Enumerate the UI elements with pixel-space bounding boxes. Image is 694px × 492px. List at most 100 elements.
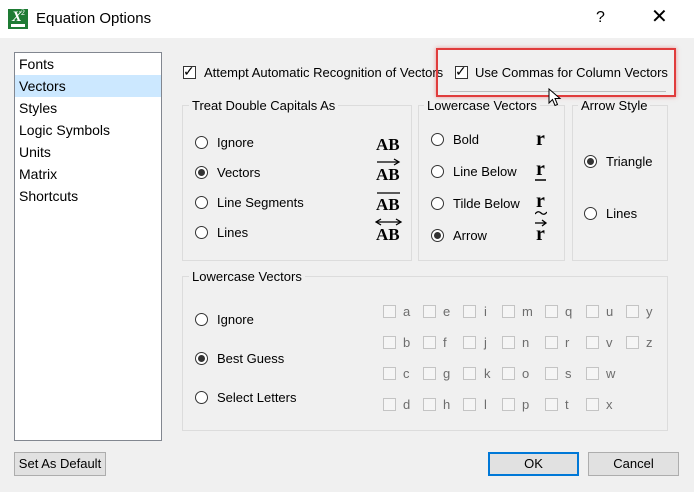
letter-checkbox-i[interactable] [463, 305, 476, 318]
radio-best-guess[interactable] [195, 352, 208, 365]
lowercase-mode-title: Lowercase Vectors [189, 269, 305, 284]
letter-label-q: q [565, 304, 573, 319]
letter-label-z: z [646, 335, 653, 350]
radio-mode-ignore[interactable] [195, 313, 208, 326]
letter-label-r: r [565, 335, 570, 350]
label-tilde-below: Tilde Below [453, 196, 520, 211]
title-bar: X 2 Equation Options ? ✕ [0, 0, 694, 38]
label-arrow: Arrow [453, 228, 487, 243]
sidebar-item-units[interactable]: Units [15, 141, 161, 163]
letter-label-j: j [484, 335, 487, 350]
arrow-style-group [572, 105, 668, 261]
sidebar-item-logic-symbols[interactable]: Logic Symbols [15, 119, 161, 141]
letter-checkbox-c[interactable] [383, 367, 396, 380]
radio-line-below[interactable] [431, 165, 444, 178]
letter-label-w: w [606, 366, 616, 381]
radio-select-letters[interactable] [195, 391, 208, 404]
sidebar-item-vectors[interactable]: Vectors [15, 75, 161, 97]
letter-label-h: h [443, 397, 451, 412]
letter-label-b: b [403, 335, 411, 350]
lowercase-style-title: Lowercase Vectors [424, 98, 540, 113]
letter-label-n: n [522, 335, 530, 350]
math-ab-segment: AB [376, 195, 400, 214]
radio-bold[interactable] [431, 133, 444, 146]
letter-checkbox-j[interactable] [463, 336, 476, 349]
radio-line-segments[interactable] [195, 196, 208, 209]
label-lines: Lines [217, 225, 249, 240]
radio-lines[interactable] [195, 226, 208, 239]
radio-ignore[interactable] [195, 136, 208, 149]
label-select-letters: Select Letters [217, 390, 297, 405]
letter-checkbox-z[interactable] [626, 336, 639, 349]
tilde-icon [535, 211, 547, 215]
letter-checkbox-f[interactable] [423, 336, 436, 349]
category-list[interactable]: Fonts Vectors Styles Logic Symbols Units… [14, 52, 162, 441]
letter-checkbox-h[interactable] [423, 398, 436, 411]
letter-label-v: v [606, 335, 613, 350]
letter-label-t: t [565, 397, 569, 412]
letter-checkbox-k[interactable] [463, 367, 476, 380]
overline-icon [377, 192, 400, 194]
letter-checkbox-p[interactable] [502, 398, 515, 411]
letter-checkbox-e[interactable] [423, 305, 436, 318]
auto-recognition-checkbox[interactable]: ✓ [183, 63, 196, 79]
letter-checkbox-l[interactable] [463, 398, 476, 411]
help-button[interactable]: ? [596, 9, 605, 27]
letter-label-a: a [403, 304, 411, 319]
letter-label-i: i [484, 304, 487, 319]
letter-label-f: f [443, 335, 447, 350]
letter-label-x: x [606, 397, 613, 412]
letter-checkbox-y[interactable] [626, 305, 639, 318]
radio-vectors[interactable] [195, 166, 208, 179]
sidebar-item-matrix[interactable]: Matrix [15, 163, 161, 185]
ok-button[interactable]: OK [488, 452, 579, 476]
math-ab-line: AB [376, 225, 400, 244]
letter-checkbox-w[interactable] [586, 367, 599, 380]
letter-checkbox-r[interactable] [545, 336, 558, 349]
letter-label-o: o [522, 366, 530, 381]
letter-label-e: e [443, 304, 451, 319]
radio-arrow-lines[interactable] [584, 207, 597, 220]
letter-checkbox-b[interactable] [383, 336, 396, 349]
letter-checkbox-v[interactable] [586, 336, 599, 349]
letter-checkbox-u[interactable] [586, 305, 599, 318]
letter-checkbox-g[interactable] [423, 367, 436, 380]
label-mode-ignore: Ignore [217, 312, 254, 327]
letter-label-g: g [443, 366, 451, 381]
letter-checkbox-d[interactable] [383, 398, 396, 411]
arrow-over-icon [377, 158, 401, 166]
letter-checkbox-n[interactable] [502, 336, 515, 349]
radio-arrow[interactable] [431, 229, 444, 242]
radio-tilde-below[interactable] [431, 197, 444, 210]
arrow-over-icon [535, 219, 548, 227]
set-as-default-button[interactable]: Set As Default [14, 452, 106, 476]
label-best-guess: Best Guess [217, 351, 285, 366]
arrow-style-title: Arrow Style [578, 98, 651, 113]
check-icon: ✓ [183, 63, 195, 79]
math-ab-vector: AB [376, 165, 400, 184]
cancel-button[interactable]: Cancel [588, 452, 679, 476]
letter-checkbox-s[interactable] [545, 367, 558, 380]
sidebar-item-fonts[interactable]: Fonts [15, 53, 161, 75]
close-button[interactable]: ✕ [651, 7, 668, 27]
sidebar-item-shortcuts[interactable]: Shortcuts [15, 185, 161, 207]
math-ab-plain: AB [376, 135, 400, 154]
letter-checkbox-m[interactable] [502, 305, 515, 318]
letter-label-y: y [646, 304, 653, 319]
letter-label-d: d [403, 397, 411, 412]
label-arrow-lines: Lines [606, 206, 638, 221]
letter-checkbox-t[interactable] [545, 398, 558, 411]
app-icon-sup: 2 [21, 8, 25, 17]
double-capitals-title: Treat Double Capitals As [189, 98, 339, 113]
letter-checkbox-o[interactable] [502, 367, 515, 380]
label-triangle: Triangle [606, 154, 653, 169]
double-arrow-icon [375, 218, 403, 226]
radio-triangle[interactable] [584, 155, 597, 168]
underline-icon [535, 179, 546, 181]
auto-recognition-label: Attempt Automatic Recognition of Vectors [204, 65, 444, 80]
letter-checkbox-a[interactable] [383, 305, 396, 318]
letter-label-m: m [522, 304, 533, 319]
sidebar-item-styles[interactable]: Styles [15, 97, 161, 119]
letter-checkbox-q[interactable] [545, 305, 558, 318]
letter-checkbox-x[interactable] [586, 398, 599, 411]
